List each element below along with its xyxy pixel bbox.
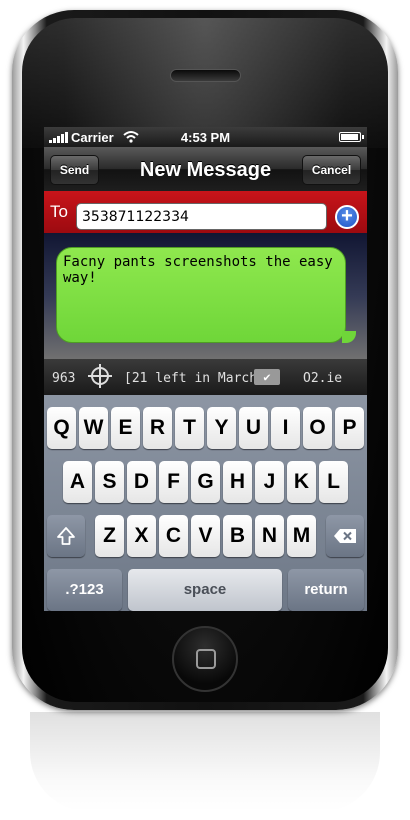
key-r[interactable]: R [143, 407, 172, 449]
key-j[interactable]: J [255, 461, 284, 503]
message-input[interactable]: Facny pants screenshots the easy way! [56, 247, 346, 343]
key-k[interactable]: K [287, 461, 316, 503]
key-n[interactable]: N [255, 515, 284, 557]
phone-reflection [30, 712, 380, 812]
keyboard: Q W E R T Y U I O P A S D F G H J K L Z … [44, 395, 367, 611]
key-c[interactable]: C [159, 515, 188, 557]
key-p[interactable]: P [335, 407, 364, 449]
key-o[interactable]: O [303, 407, 332, 449]
bubble-tail [342, 331, 356, 343]
recipient-bar: To 353871122334 + [44, 191, 367, 233]
key-w[interactable]: W [79, 407, 108, 449]
numbers-key[interactable]: .?123 [47, 569, 122, 611]
key-u[interactable]: U [239, 407, 268, 449]
battery-icon [339, 132, 364, 142]
key-z[interactable]: Z [95, 515, 124, 557]
key-f[interactable]: F [159, 461, 188, 503]
status-bar: Carrier 4:53 PM [44, 127, 367, 147]
key-x[interactable]: X [127, 515, 156, 557]
home-square-icon [196, 649, 216, 669]
info-bar: 963 [21 left in March] ✔ O2.ie [44, 359, 367, 395]
navigation-bar: Send New Message Cancel [44, 147, 367, 191]
key-s[interactable]: S [95, 461, 124, 503]
key-g[interactable]: G [191, 461, 220, 503]
earpiece-speaker [170, 69, 241, 82]
key-m[interactable]: M [287, 515, 316, 557]
space-key[interactable]: space [128, 569, 282, 611]
key-q[interactable]: Q [47, 407, 76, 449]
home-button-icon[interactable] [172, 626, 238, 692]
shift-icon[interactable] [47, 515, 85, 557]
key-i[interactable]: I [271, 407, 300, 449]
crosshair-icon[interactable] [88, 364, 112, 388]
status-time: 4:53 PM [180, 130, 231, 145]
provider-name: O2.ie [303, 371, 343, 386]
key-e[interactable]: E [111, 407, 140, 449]
recipient-input[interactable]: 353871122334 [76, 203, 327, 230]
remaining-messages: [21 left in March] [124, 371, 265, 386]
message-area: Facny pants screenshots the easy way! [44, 233, 367, 359]
cancel-button[interactable]: Cancel [302, 155, 361, 185]
key-l[interactable]: L [319, 461, 348, 503]
key-t[interactable]: T [175, 407, 204, 449]
add-contact-icon[interactable]: + [335, 205, 359, 229]
return-key[interactable]: return [288, 569, 364, 611]
check-icon[interactable]: ✔ [254, 369, 280, 385]
key-h[interactable]: H [223, 461, 252, 503]
backspace-icon[interactable] [326, 515, 364, 557]
key-v[interactable]: V [191, 515, 220, 557]
character-count: 963 [52, 371, 76, 386]
key-d[interactable]: D [127, 461, 156, 503]
key-b[interactable]: B [223, 515, 252, 557]
phone-screen: Carrier 4:53 PM Send New Message Cancel … [44, 127, 367, 611]
to-label: To [50, 202, 68, 221]
key-y[interactable]: Y [207, 407, 236, 449]
key-a[interactable]: A [63, 461, 92, 503]
